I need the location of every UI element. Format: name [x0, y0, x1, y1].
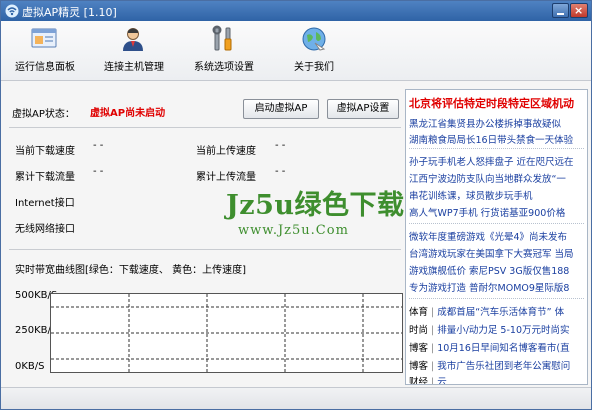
watermark-logo: Jz5u绿色下载 [226, 190, 405, 221]
upload-speed-label: 当前上传速度 [196, 146, 256, 157]
news-item[interactable]: 黑龙江省集贤县办公楼拆掉事故疑似 [409, 116, 561, 130]
news-panel: 北京将评估特定时段特定区域机动 黑龙江省集贤县办公楼拆掉事故疑似 湖南粮食局局长… [405, 89, 588, 385]
download-total-label: 累计下载流量 [15, 172, 75, 183]
bandwidth-chart [50, 293, 403, 373]
tagged-news-item[interactable]: 财经 | 云 [409, 374, 447, 385]
news-item[interactable]: 江西宁波边防支队向当地群众发放“一 [409, 171, 566, 185]
upload-total-label: 累计上传流量 [196, 172, 256, 183]
status-bar [1, 387, 591, 409]
tagged-news-item[interactable]: 博客 | 我市广告乐社团到老年公寓慰问 [409, 358, 570, 372]
download-speed-value: - - [93, 140, 104, 151]
news-tag: 博客 [409, 361, 429, 372]
globe-icon [302, 27, 326, 51]
tools-icon [212, 25, 232, 51]
bandwidth-chart-title: 实时带宽曲线图[绿色：下载速度、 黄色：上传速度] [15, 265, 246, 276]
news-item[interactable]: 台湾游戏玩家在美国拿下大赛冠军 当局 [409, 246, 574, 260]
watermark-url: www.Jz5u.Com [238, 223, 349, 238]
news-text: 10月16日早间知名博客看市(直 [437, 343, 570, 354]
toolbar-label: 系统选项设置 [194, 62, 254, 73]
start-ap-button[interactable]: 启动虚拟AP [243, 99, 319, 119]
news-item[interactable]: 高人气WP7手机 行货诺基亚900价格 [409, 205, 565, 219]
ap-status-value: 虚拟AP尚未启动 [90, 108, 166, 119]
news-divider [409, 298, 584, 299]
news-text: 云 [437, 377, 447, 385]
news-text: 我市广告乐社团到老年公寓慰问 [437, 361, 571, 372]
window-title: 虚拟AP精灵 [1.10] [22, 6, 117, 19]
download-total-value: - - [93, 166, 104, 177]
tagged-news-item[interactable]: 时尚 | 排量小/动力足 5-10万元时尚实 [409, 322, 570, 336]
news-divider [409, 148, 584, 149]
tagged-news-item[interactable]: 体育 | 成都首届“汽车乐活体育节” 体 [409, 304, 564, 318]
news-tag: 时尚 [409, 325, 429, 336]
upload-speed-value: - - [275, 140, 286, 151]
bandwidth-chart-grid [51, 294, 402, 372]
news-tag: 博客 [409, 343, 429, 354]
news-text: 成都首届“汽车乐活体育节” 体 [437, 307, 565, 318]
news-item[interactable]: 湖南粮食局局长16日带头禁食一天体验 [409, 132, 573, 146]
minimize-icon [557, 13, 564, 15]
wifi-icon [5, 4, 19, 18]
wireless-interface-label: 无线网络接口 [15, 224, 75, 235]
download-speed-label: 当前下载速度 [15, 146, 75, 157]
divider [9, 249, 401, 250]
news-item[interactable]: 微软年度重磅游戏《光晕4》尚未发布 [409, 229, 567, 243]
news-text: 排量小/动力足 5-10万元时尚实 [437, 325, 570, 336]
news-headline[interactable]: 北京将评估特定时段特定区域机动 [409, 95, 574, 111]
minimize-button[interactable] [552, 3, 569, 18]
news-item[interactable]: 游戏旗舰低价 索尼PSV 3G版仅售188 [409, 263, 569, 277]
toolbar-host-management[interactable]: 连接主机管理 [104, 25, 164, 77]
monitor-icon [31, 28, 57, 48]
news-tag: 财经 [409, 377, 429, 385]
user-icon [123, 28, 143, 51]
close-button[interactable]: × [570, 3, 588, 18]
close-icon: × [574, 4, 584, 17]
toolbar-label: 连接主机管理 [104, 62, 164, 73]
toolbar: 运行信息面板 连接主机管理 系统选项设置 关于我们 [1, 21, 591, 81]
toolbar-label: 运行信息面板 [15, 62, 75, 73]
news-item[interactable]: 孙子玩手机老人怒摔盘子 近在咫尺远在 [409, 154, 574, 168]
toolbar-label: 关于我们 [294, 62, 334, 73]
title-bar[interactable]: 虚拟AP精灵 [1.10] × [1, 1, 591, 21]
news-item[interactable]: 专为游戏打造 普耐尔MOMO9星际版8 [409, 280, 569, 294]
ap-settings-button[interactable]: 虚拟AP设置 [327, 99, 399, 119]
internet-interface-label: Internet接口 [15, 198, 75, 209]
divider [9, 127, 401, 128]
toolbar-about-us[interactable]: 关于我们 [291, 25, 337, 77]
tagged-news-item[interactable]: 博客 | 10月16日早间知名博客看市(直 [409, 340, 570, 354]
ap-status-label: 虚拟AP状态： [12, 109, 75, 120]
news-divider [409, 223, 584, 224]
news-tag: 体育 [409, 307, 429, 318]
toolbar-system-options[interactable]: 系统选项设置 [194, 25, 254, 77]
upload-total-value: - - [275, 166, 286, 177]
toolbar-run-info-panel[interactable]: 运行信息面板 [15, 25, 75, 77]
y-tick-label: 0KB/S [15, 361, 45, 372]
news-item[interactable]: 串花训练课，球员散步玩手机 [409, 188, 533, 202]
